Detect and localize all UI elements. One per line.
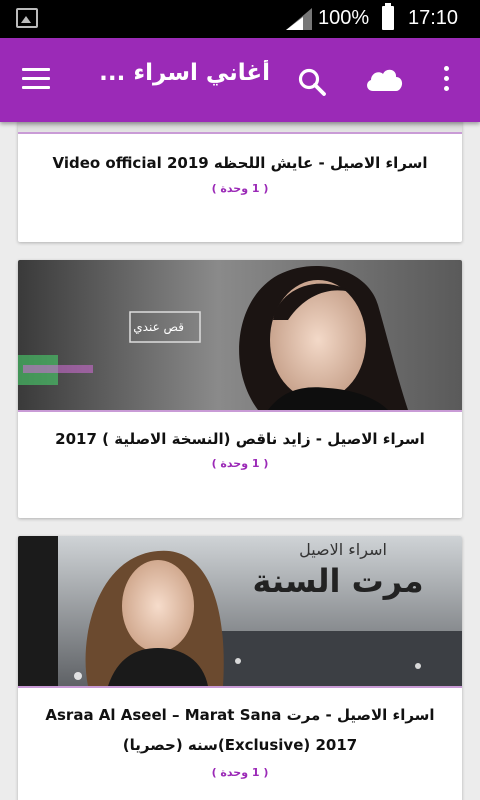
video-card[interactable]: قص عندي اسراء الاصيل - زايد ناقص (النسخة… [18,260,462,518]
card-divider [18,686,462,688]
video-count: ( 1 وحدة ) [211,182,269,195]
battery-icon [382,3,394,30]
signal-icon [286,8,312,30]
search-icon[interactable] [296,66,328,98]
more-vert-icon[interactable] [440,66,452,96]
video-title: اسراء الاصيل - مرت Asraa Al Aseel – Mara… [45,706,435,754]
cloud-icon[interactable] [364,64,404,94]
thumbnail-caption: اسراء الاصيل [299,540,387,559]
status-bar: 100% 17:10 [0,0,480,38]
battery-percent: 100% [318,7,370,29]
image-notification-icon [16,8,38,28]
video-count: ( 1 وحدة ) [211,457,269,470]
menu-icon[interactable] [22,68,50,90]
clock: 17:10 [408,7,459,29]
thumbnail-caption: قص عندي [133,320,184,334]
card-divider [18,410,462,412]
thumbnail-image [18,260,462,410]
app-bar: أغاني اسراء ... [0,38,480,122]
video-card[interactable]: اسراء الاصيل مرت السنة اسراء الاصيل - مر… [18,536,462,800]
video-card[interactable]: اسراء الاصيل - عايش اللحظه Video officia… [18,110,462,242]
video-title: اسراء الاصيل - عايش اللحظه Video officia… [52,154,428,172]
video-thumbnail[interactable]: اسراء الاصيل مرت السنة [18,536,462,686]
card-divider [18,132,462,134]
app-title: أغاني اسراء ... [100,60,270,86]
video-title: اسراء الاصيل - زايد ناقص (النسخة الاصلية… [55,430,425,448]
video-count: ( 1 وحدة ) [211,766,269,779]
video-thumbnail[interactable]: قص عندي [18,260,462,410]
thumbnail-caption: مرت السنة [252,562,424,600]
